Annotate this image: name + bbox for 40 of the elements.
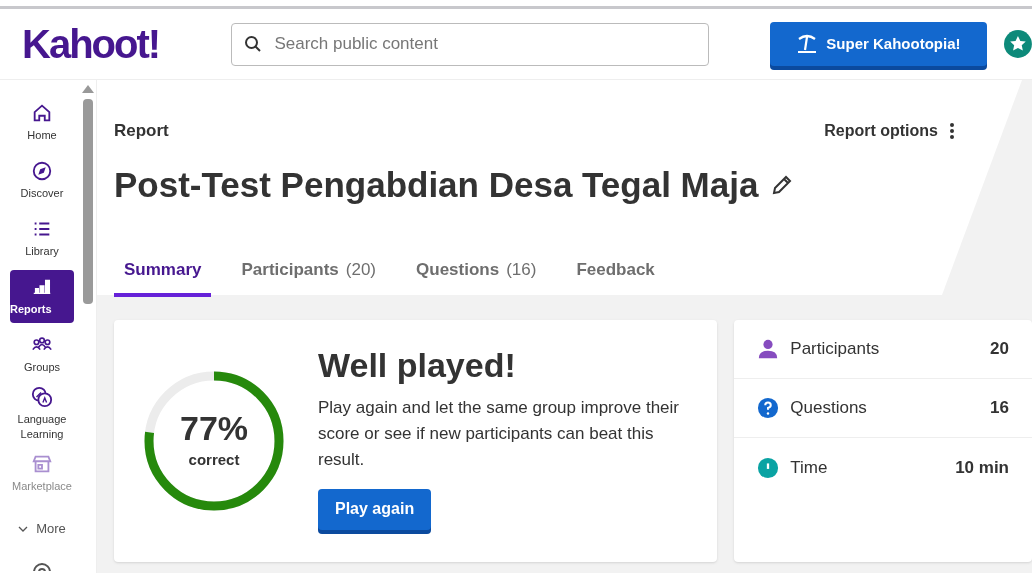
stat-value: 10 min	[955, 456, 1009, 479]
tab[interactable]: Summary	[114, 257, 212, 297]
report-title: Post-Test Pengabdian Desa Tegal Maja	[114, 163, 759, 206]
score-percent: 77%	[179, 410, 249, 445]
report-options-button[interactable]: Report options	[824, 118, 954, 143]
card-heading: Well played!	[318, 345, 517, 386]
search-icon	[244, 34, 263, 53]
more-vertical-icon	[950, 122, 954, 139]
settings-icon[interactable]	[31, 560, 53, 571]
home-icon	[31, 102, 53, 124]
stat-label: Questions	[790, 397, 868, 420]
sidebar-item[interactable]: Language Learning	[4, 386, 80, 442]
tab[interactable]: Participants (20)	[231, 257, 387, 297]
more-button[interactable]: More	[18, 519, 66, 539]
sidebar-item[interactable]: Reports	[10, 270, 74, 323]
person-icon	[757, 338, 780, 360]
stat-value: 20	[990, 338, 1009, 361]
search-field[interactable]: Search public content	[231, 22, 709, 66]
compass-icon	[31, 160, 53, 182]
sidebar-item[interactable]: Library	[4, 212, 80, 265]
star-badge-icon[interactable]	[1004, 30, 1032, 58]
stat-value: 16	[990, 397, 1009, 420]
question-icon	[757, 397, 780, 419]
logo[interactable]: Kahoot!	[22, 24, 202, 64]
chevron-down-icon	[18, 525, 29, 532]
sidebar-item[interactable]: Discover	[4, 154, 80, 207]
card-text: Play again and let the same group improve their score or see if new participants can beat this result.	[318, 396, 680, 471]
stat-label: Participants	[790, 338, 881, 361]
tab[interactable]: Questions (16)	[406, 257, 547, 297]
sidebar-item[interactable]: Home	[4, 96, 80, 149]
storefront-icon	[31, 453, 53, 475]
scrollbar-thumb[interactable]	[83, 99, 93, 304]
clock-icon	[757, 456, 780, 479]
section-label: Report	[114, 120, 169, 142]
sidebar-item[interactable]: Groups	[4, 328, 80, 381]
score-caption: correct	[188, 449, 240, 470]
stat-label: Time	[790, 456, 829, 479]
speech-bubbles-icon	[31, 386, 53, 408]
palm-tree-icon	[796, 34, 819, 54]
tab[interactable]: Feedback	[566, 257, 665, 297]
